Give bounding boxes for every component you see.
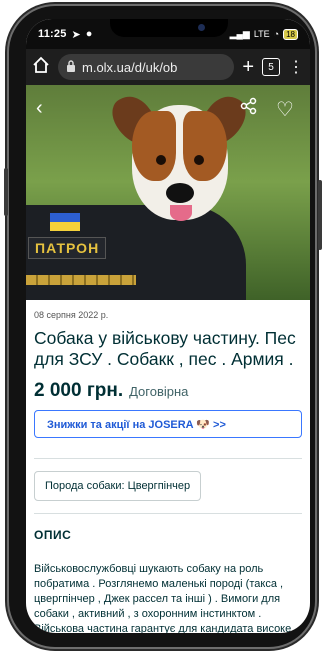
listing-price: 2 000 грн. bbox=[34, 380, 124, 401]
browser-toolbar: m.olx.ua/d/uk/ob + 5 ⋮ bbox=[26, 49, 310, 85]
flag-stripe-yellow bbox=[50, 222, 80, 231]
lock-icon bbox=[66, 59, 76, 75]
tab-switcher-button[interactable]: 5 bbox=[262, 58, 280, 76]
dog-eye-right bbox=[194, 155, 204, 165]
ukraine-flag-icon bbox=[50, 213, 80, 231]
photo-bullets bbox=[26, 275, 136, 285]
battery-indicator: 18 bbox=[283, 28, 298, 40]
status-right: ▂▄▆ LTE ◔ 18 bbox=[229, 28, 298, 40]
wifi-icon: ◔ bbox=[273, 29, 280, 39]
dog-eye-left bbox=[156, 155, 166, 165]
dog-patch-right bbox=[183, 111, 227, 181]
photo-patch-label: ПАТРОН bbox=[28, 237, 107, 259]
volume-button bbox=[318, 180, 322, 250]
listing-date: 08 серпня 2022 р. bbox=[34, 310, 109, 320]
power-button bbox=[4, 168, 8, 216]
listing-description: Військовослужбовці шукають собаку на рол… bbox=[34, 563, 292, 633]
share-icon[interactable] bbox=[240, 97, 258, 121]
dog-patch-left bbox=[132, 111, 176, 181]
dog-nose bbox=[166, 183, 194, 203]
back-arrow-icon[interactable]: ‹ bbox=[36, 97, 43, 120]
home-icon[interactable] bbox=[32, 56, 50, 79]
listing-title: Собака у військову частину. Пес для ЗСУ … bbox=[34, 328, 296, 369]
heart-icon[interactable]: ♡ bbox=[276, 97, 294, 122]
listing-photo[interactable]: ПАТРОН ‹ ♡ bbox=[26, 85, 310, 300]
new-tab-icon[interactable]: + bbox=[242, 56, 254, 79]
network-type: LTE bbox=[253, 29, 270, 39]
dog-mouth bbox=[170, 205, 192, 221]
divider bbox=[34, 513, 302, 514]
signal-icon: ▂▄▆ bbox=[229, 28, 250, 39]
listing-content: 08 серпня 2022 р. Собака у військову час… bbox=[26, 310, 310, 633]
price-negotiable-label: Договірна bbox=[129, 384, 189, 399]
menu-dots-icon[interactable]: ⋮ bbox=[288, 57, 304, 77]
price-row: 2 000 грн. Договірна bbox=[34, 380, 302, 402]
url-bar[interactable]: m.olx.ua/d/uk/ob bbox=[58, 54, 235, 80]
status-time: 11:25 bbox=[38, 28, 67, 40]
notification-icon: ● bbox=[85, 28, 93, 40]
front-camera bbox=[198, 24, 205, 31]
description-title: ОПИС bbox=[34, 528, 72, 542]
divider bbox=[34, 458, 302, 459]
url-text: m.olx.ua/d/uk/ob bbox=[82, 59, 178, 75]
navigation-arrow-icon: ➤ bbox=[71, 28, 81, 41]
flag-stripe-blue bbox=[50, 213, 80, 222]
status-bar: 11:25 ➤ ● ▂▄▆ LTE ◔ 18 bbox=[26, 19, 310, 49]
phone-screen: 11:25 ➤ ● ▂▄▆ LTE ◔ 18 m.olx.ua/d/uk/ob … bbox=[26, 19, 310, 633]
promo-banner-button[interactable]: Знижки та акції на JOSERA 🐶 >> bbox=[34, 410, 302, 438]
breed-tag: Порода собаки: Цвергпінчер bbox=[34, 471, 202, 501]
notch bbox=[110, 19, 228, 37]
